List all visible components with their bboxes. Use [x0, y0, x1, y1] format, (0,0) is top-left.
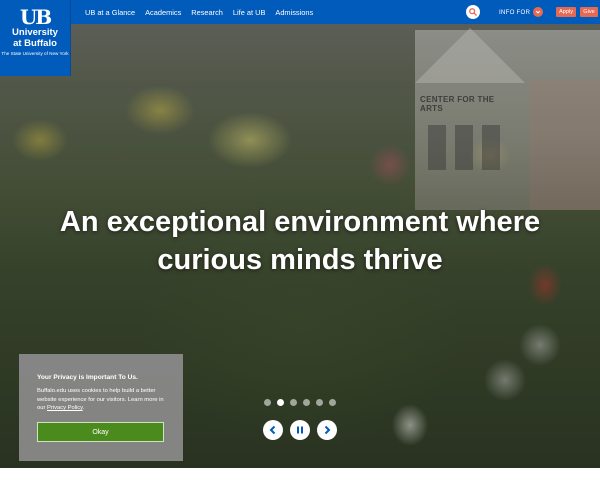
nav-item-ub-at-a-glance[interactable]: UB at a Glance	[80, 8, 140, 17]
carousel-dot[interactable]	[264, 399, 271, 406]
privacy-body-period: .	[82, 405, 85, 412]
nav-item-life-at-ub[interactable]: Life at UB	[228, 8, 270, 17]
logo-line-at-buffalo: at Buffalo	[13, 38, 57, 49]
privacy-policy-link[interactable]: Privacy Policy	[47, 405, 83, 411]
nav-item-academics[interactable]: Academics	[140, 8, 186, 17]
carousel-indicators	[264, 399, 336, 406]
nav-item-admissions[interactable]: Admissions	[270, 8, 318, 17]
carousel-next-button[interactable]	[317, 420, 337, 440]
pause-icon	[297, 426, 303, 434]
nav-item-research[interactable]: Research	[186, 8, 228, 17]
carousel-dot[interactable]	[316, 399, 323, 406]
apply-button[interactable]: Apply	[556, 7, 576, 17]
hero-headline: An exceptional environment where curious…	[0, 203, 600, 279]
page-bottom-strip	[0, 468, 600, 480]
chevron-left-icon	[269, 425, 276, 435]
search-button[interactable]	[466, 5, 480, 19]
main-nav: UB at a Glance Academics Research Life a…	[80, 0, 318, 24]
info-for-label: INFO FOR	[499, 8, 531, 16]
carousel-dot[interactable]	[277, 399, 284, 406]
give-button[interactable]: Give	[580, 7, 598, 17]
search-icon	[469, 8, 477, 16]
ub-logo[interactable]: UB University at Buffalo The State Unive…	[0, 0, 71, 76]
top-navigation-bar: UB at a Glance Academics Research Life a…	[0, 0, 600, 24]
info-for-dropdown[interactable]: INFO FOR	[499, 0, 544, 24]
hero-headline-line1: An exceptional environment where	[59, 206, 541, 238]
chevron-right-icon	[324, 425, 331, 435]
privacy-body: Buffalo.edu uses cookies to help build a…	[37, 387, 165, 413]
logo-subtitle: The State University of New York	[1, 51, 69, 56]
chevron-down-icon	[533, 7, 544, 17]
okay-button[interactable]: Okay	[37, 422, 164, 442]
privacy-notice: Your Privacy is Important To Us. Buffalo…	[19, 354, 183, 461]
carousel-dot[interactable]	[290, 399, 297, 406]
carousel-dot[interactable]	[329, 399, 336, 406]
hero-headline-line2: curious minds thrive	[157, 244, 443, 276]
carousel-pause-button[interactable]	[290, 420, 310, 440]
privacy-title: Your Privacy is Important To Us.	[37, 374, 138, 381]
carousel-prev-button[interactable]	[263, 420, 283, 440]
logo-mark: UB	[19, 5, 52, 29]
logo-line-university: University	[12, 27, 58, 38]
carousel-dot[interactable]	[303, 399, 310, 406]
